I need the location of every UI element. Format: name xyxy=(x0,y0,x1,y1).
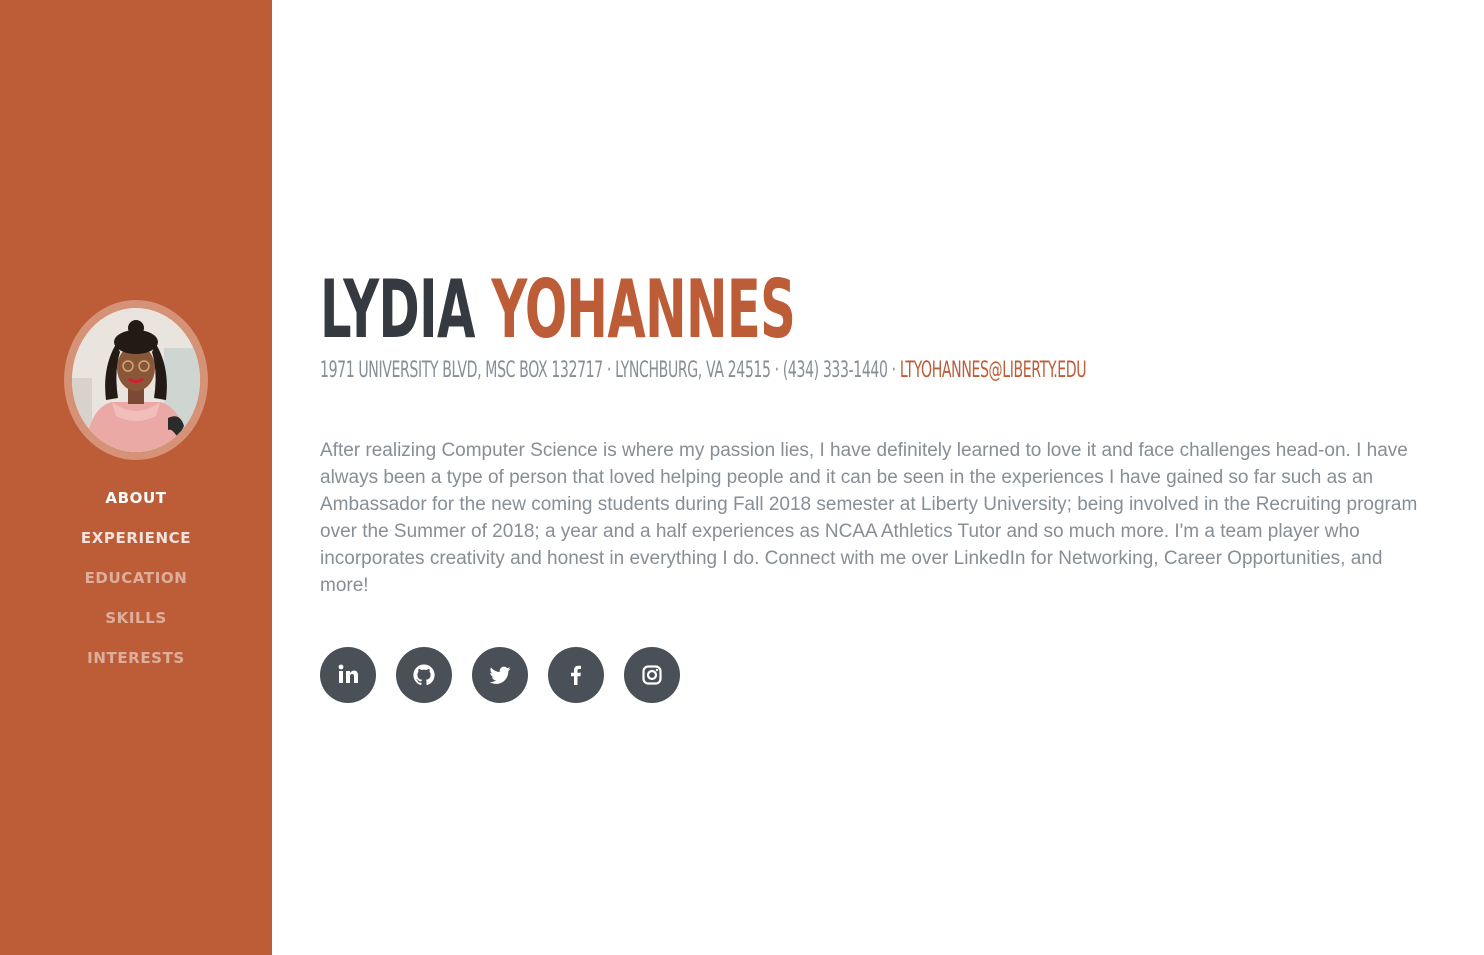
linkedin-button[interactable] xyxy=(320,647,376,703)
instagram-icon xyxy=(642,665,662,685)
nav-item-interests: Interests xyxy=(0,638,272,678)
profile-photo xyxy=(72,308,200,452)
contact-line: 1971 University Blvd, MSC Box 132717 · L… xyxy=(320,357,1087,385)
twitter-icon xyxy=(489,666,511,684)
first-name: LYDIA xyxy=(320,263,475,356)
instagram-button[interactable] xyxy=(624,647,680,703)
nav-link-interests[interactable]: Interests xyxy=(87,649,185,667)
last-name: YOHANNES xyxy=(491,263,796,356)
twitter-button[interactable] xyxy=(472,647,528,703)
nav-item-experience: Experience xyxy=(0,518,272,558)
nav-link-skills[interactable]: Skills xyxy=(105,609,167,627)
about-section: LYDIA YOHANNES 1971 University Blvd, MSC… xyxy=(320,0,1430,955)
facebook-icon xyxy=(571,665,581,685)
nav-link-experience[interactable]: Experience xyxy=(81,529,191,547)
nav-item-about: About xyxy=(0,478,272,518)
nav-link-about[interactable]: About xyxy=(105,489,166,507)
sidebar: About Experience Education Skills Intere… xyxy=(0,0,272,955)
avatar xyxy=(64,300,208,460)
github-icon xyxy=(413,664,435,686)
contact-address: 1971 University Blvd, MSC Box 132717 · L… xyxy=(320,358,900,383)
nav-item-education: Education xyxy=(0,558,272,598)
page-title: LYDIA YOHANNES xyxy=(320,262,796,358)
nav-item-skills: Skills xyxy=(0,598,272,638)
facebook-button[interactable] xyxy=(548,647,604,703)
github-button[interactable] xyxy=(396,647,452,703)
email-link[interactable]: ltyohannes@liberty.edu xyxy=(900,358,1087,383)
social-icons xyxy=(320,647,680,703)
sidebar-nav: About Experience Education Skills Intere… xyxy=(0,478,272,678)
about-paragraph: After realizing Computer Science is wher… xyxy=(320,440,1418,596)
profile-photo-image xyxy=(72,308,200,452)
linkedin-icon xyxy=(338,664,358,683)
nav-link-education[interactable]: Education xyxy=(85,569,188,587)
